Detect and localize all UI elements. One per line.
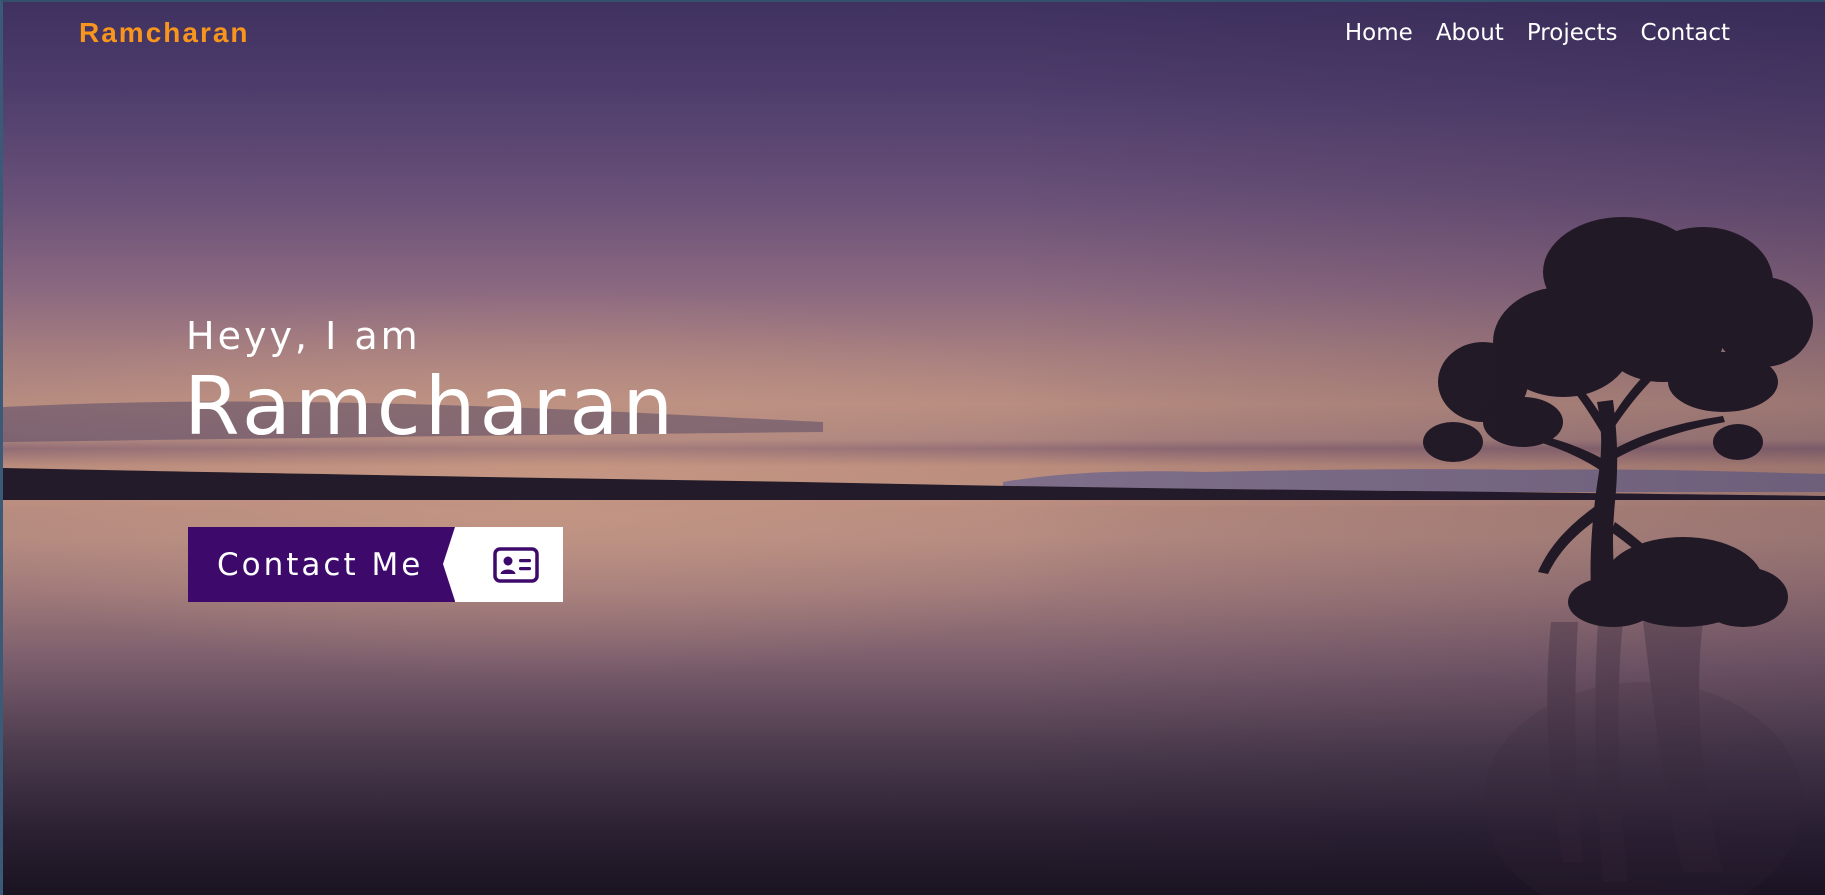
- id-card-icon: [493, 546, 539, 583]
- nav-links: Home About Projects Contact: [1345, 20, 1730, 46]
- nav-link-home[interactable]: Home: [1345, 20, 1413, 46]
- contact-me-label: Contact Me: [188, 527, 455, 602]
- hero-name: Ramcharan: [184, 360, 678, 453]
- hero-section: Ramcharan Home About Projects Contact He…: [0, 0, 1825, 895]
- nav-link-projects[interactable]: Projects: [1527, 20, 1618, 46]
- nav-link-contact[interactable]: Contact: [1641, 20, 1730, 46]
- nav-link-about[interactable]: About: [1436, 20, 1504, 46]
- navbar: Ramcharan Home About Projects Contact: [3, 2, 1825, 74]
- site-logo[interactable]: Ramcharan: [79, 17, 250, 49]
- hero-greeting: Heyy, I am: [186, 314, 421, 358]
- contact-me-icon-area: [443, 527, 563, 602]
- contact-me-button[interactable]: Contact Me: [188, 527, 563, 602]
